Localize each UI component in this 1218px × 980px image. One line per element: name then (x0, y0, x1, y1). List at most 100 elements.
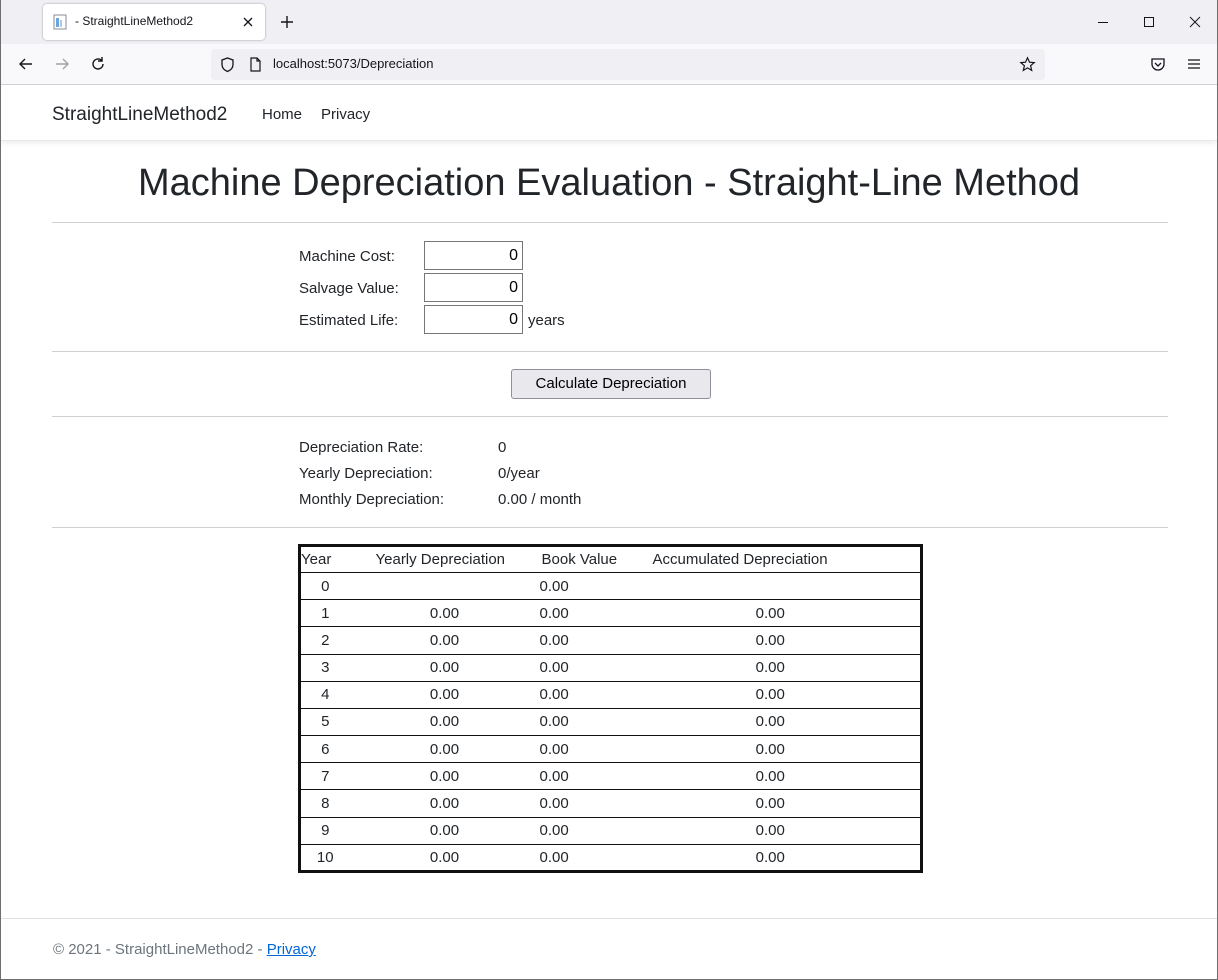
depreciation-rate-value: 0 (498, 439, 507, 456)
minimize-icon[interactable] (1093, 12, 1113, 32)
column-header-yearly-depreciation: Yearly Depreciation (375, 551, 506, 568)
cell-yearly-depreciation: 0.00 (429, 822, 460, 840)
nav-privacy-link[interactable]: Privacy (321, 106, 370, 123)
address-bar[interactable]: localhost:5073/Depreciation (211, 49, 1045, 80)
monthly-depreciation-value: 0.00 / month (498, 491, 582, 508)
footer-divider (1, 918, 1217, 919)
column-header-book-value: Book Value (541, 551, 618, 568)
site-brand[interactable]: StraightLineMethod2 (52, 104, 227, 126)
site-header: StraightLineMethod2 Home Privacy (1, 85, 1217, 141)
yearly-depreciation-value: 0/year (498, 465, 540, 482)
cell-yearly-depreciation: 0.00 (429, 659, 460, 677)
cell-accumulated-depreciation: 0.00 (755, 686, 785, 704)
cell-year: 6 (321, 740, 330, 758)
page-favicon-icon (53, 14, 67, 30)
table-row: 0 0.00 (299, 572, 922, 600)
cell-yearly-depreciation (350, 573, 540, 600)
table-row: 7 0.00 0.00 0.00 (299, 762, 922, 790)
table-row: 10 0.00 0.00 0.00 (299, 844, 922, 871)
table-row: 4 0.00 0.00 0.00 (299, 681, 922, 708)
cell-book-value: 0.00 (539, 713, 569, 731)
calculate-depreciation-button[interactable]: Calculate Depreciation (511, 369, 711, 399)
bookmark-star-icon[interactable] (1019, 56, 1036, 73)
cell-book-value: 0.00 (539, 659, 569, 677)
cell-accumulated-depreciation: 0.00 (755, 604, 785, 622)
table-row: 6 0.00 0.00 0.00 (299, 735, 922, 763)
table-row: 9 0.00 0.00 0.00 (299, 817, 922, 844)
cell-book-value: 0.00 (539, 848, 569, 866)
cell-yearly-depreciation: 0.00 (429, 848, 460, 866)
depreciation-rate-label: Depreciation Rate: (299, 439, 424, 456)
cell-year: 7 (321, 767, 330, 785)
page-title: Machine Depreciation Evaluation - Straig… (137, 162, 1081, 204)
maximize-icon[interactable] (1139, 12, 1159, 32)
browser-window: - StraightLineMethod2 localhost:5073/Dep… (0, 0, 1218, 980)
cell-book-value: 0.00 (539, 822, 569, 840)
cell-year: 3 (321, 659, 330, 677)
table-header-row: Year Yearly Depreciation Book Value Accu… (300, 546, 922, 573)
cell-accumulated-depreciation: 0.00 (755, 713, 785, 731)
browser-tab[interactable]: - StraightLineMethod2 (43, 4, 265, 40)
column-header-accumulated-depreciation: Accumulated Depreciation (652, 551, 828, 568)
cell-yearly-depreciation: 0.00 (429, 767, 460, 785)
cell-accumulated-depreciation: 0.00 (755, 767, 785, 785)
salvage-value-label: Salvage Value: (299, 280, 399, 297)
machine-cost-label: Machine Cost: (299, 248, 395, 265)
cell-book-value: 0.00 (539, 740, 569, 758)
shield-icon[interactable] (219, 56, 236, 73)
page-icon[interactable] (247, 56, 264, 73)
depreciation-table: Year Yearly Depreciation Book Value Accu… (298, 544, 923, 873)
cell-yearly-depreciation: 0.00 (429, 740, 460, 758)
cell-year: 1 (321, 604, 330, 622)
url-text[interactable]: localhost:5073/Depreciation (273, 56, 433, 71)
table-row: 3 0.00 0.00 0.00 (299, 654, 922, 681)
divider (52, 416, 1168, 417)
cell-year: 2 (321, 631, 330, 649)
close-tab-icon[interactable] (239, 13, 257, 31)
cell-year: 9 (321, 822, 330, 840)
close-window-icon[interactable] (1185, 12, 1205, 32)
machine-cost-input[interactable] (424, 241, 523, 270)
pocket-icon[interactable] (1148, 54, 1168, 74)
table-row: 2 0.00 0.00 0.00 (299, 626, 922, 654)
divider (52, 351, 1168, 352)
cell-accumulated-depreciation: 0.00 (755, 740, 785, 758)
reload-icon[interactable] (88, 54, 108, 74)
column-header-year: Year (301, 551, 332, 568)
cell-accumulated-depreciation: 0.00 (755, 822, 785, 840)
cell-year: 4 (321, 686, 330, 704)
tab-strip: - StraightLineMethod2 (1, 0, 1217, 44)
cell-accumulated-depreciation: 0.00 (755, 848, 785, 866)
cell-accumulated-depreciation: 0.00 (755, 631, 785, 649)
cell-year: 10 (316, 848, 334, 866)
divider (52, 527, 1168, 528)
menu-icon[interactable] (1184, 54, 1204, 74)
yearly-depreciation-label: Yearly Depreciation: (299, 465, 433, 482)
new-tab-icon[interactable] (277, 12, 297, 32)
monthly-depreciation-label: Monthly Depreciation: (299, 491, 445, 508)
cell-year: 5 (321, 713, 330, 731)
estimated-life-input[interactable] (424, 305, 523, 334)
back-icon[interactable] (16, 54, 36, 74)
cell-yearly-depreciation: 0.00 (429, 631, 460, 649)
salvage-value-input[interactable] (424, 273, 523, 302)
cell-book-value: 0.00 (539, 794, 569, 812)
cell-accumulated-depreciation (653, 573, 922, 600)
nav-home-link[interactable]: Home (262, 106, 302, 123)
cell-accumulated-depreciation: 0.00 (755, 794, 785, 812)
cell-yearly-depreciation: 0.00 (429, 686, 460, 704)
estimated-life-suffix: years (528, 312, 565, 329)
divider (52, 222, 1168, 223)
forward-icon[interactable] (52, 54, 72, 74)
footer-privacy-link[interactable]: Privacy (267, 941, 316, 958)
cell-book-value: 0.00 (539, 686, 569, 704)
cell-book-value: 0.00 (539, 767, 569, 785)
cell-yearly-depreciation: 0.00 (429, 713, 460, 731)
cell-yearly-depreciation: 0.00 (429, 604, 460, 622)
cell-year: 0 (321, 577, 330, 595)
cell-book-value: 0.00 (539, 631, 569, 649)
cell-year: 8 (321, 794, 330, 812)
estimated-life-label: Estimated Life: (299, 312, 399, 329)
browser-toolbar: localhost:5073/Depreciation (1, 44, 1217, 85)
table-row: 1 0.00 0.00 0.00 (299, 599, 922, 627)
